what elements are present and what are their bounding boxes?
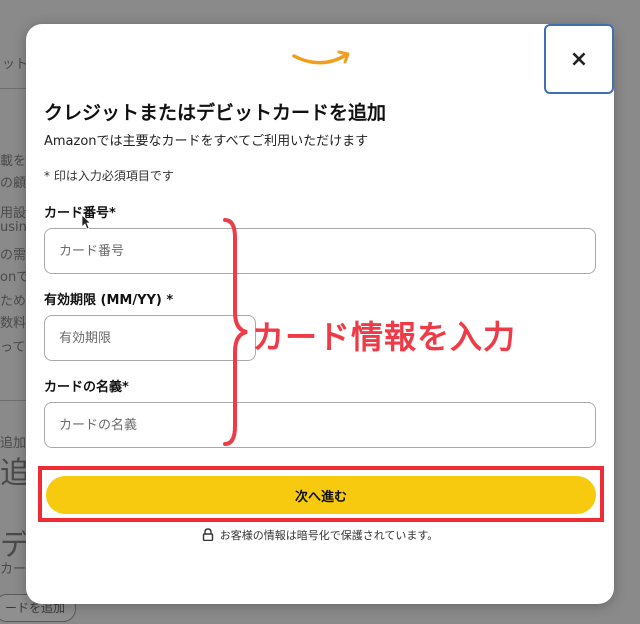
background-text: ため bbox=[0, 294, 27, 309]
card-number-input[interactable] bbox=[44, 228, 596, 274]
background-text: カー bbox=[0, 562, 27, 577]
card-name-label: カードの名義* bbox=[44, 380, 129, 395]
background-text: onで bbox=[0, 270, 30, 285]
modal-title: クレジットまたはデビットカードを追加 bbox=[44, 102, 387, 124]
background-text: 数料 bbox=[0, 316, 27, 331]
background-text: 載を bbox=[0, 154, 27, 169]
close-button[interactable]: × bbox=[544, 24, 614, 94]
background-text: 用設 bbox=[0, 206, 27, 221]
background-text: って bbox=[0, 340, 26, 355]
lock-icon bbox=[202, 528, 213, 541]
expiry-label: 有効期限 (MM/YY) * bbox=[44, 293, 174, 308]
card-name-input[interactable] bbox=[44, 402, 596, 448]
cursor-icon bbox=[81, 214, 91, 230]
required-note: * 印は入力必須項目です bbox=[44, 169, 174, 183]
add-card-modal: × クレジットまたはデビットカードを追加 Amazonでは主要なカードをすべてご… bbox=[26, 24, 614, 604]
secure-note: お客様の情報は暗号化で保護されています。 bbox=[26, 527, 614, 543]
background-text: usin bbox=[0, 220, 27, 235]
annotation-label: カード情報を入力 bbox=[252, 318, 517, 356]
next-button-highlight bbox=[38, 466, 604, 522]
secure-note-text: お客様の情報は暗号化で保護されています。 bbox=[219, 529, 439, 542]
background-text: の顧 bbox=[0, 176, 27, 191]
card-number-label: カード番号* bbox=[44, 206, 116, 221]
amazon-smile-logo bbox=[292, 50, 350, 65]
close-icon: × bbox=[569, 46, 589, 72]
background-text: の需 bbox=[0, 248, 27, 263]
modal-subtitle: Amazonでは主要なカードをすべてご利用いただけます bbox=[44, 134, 369, 149]
